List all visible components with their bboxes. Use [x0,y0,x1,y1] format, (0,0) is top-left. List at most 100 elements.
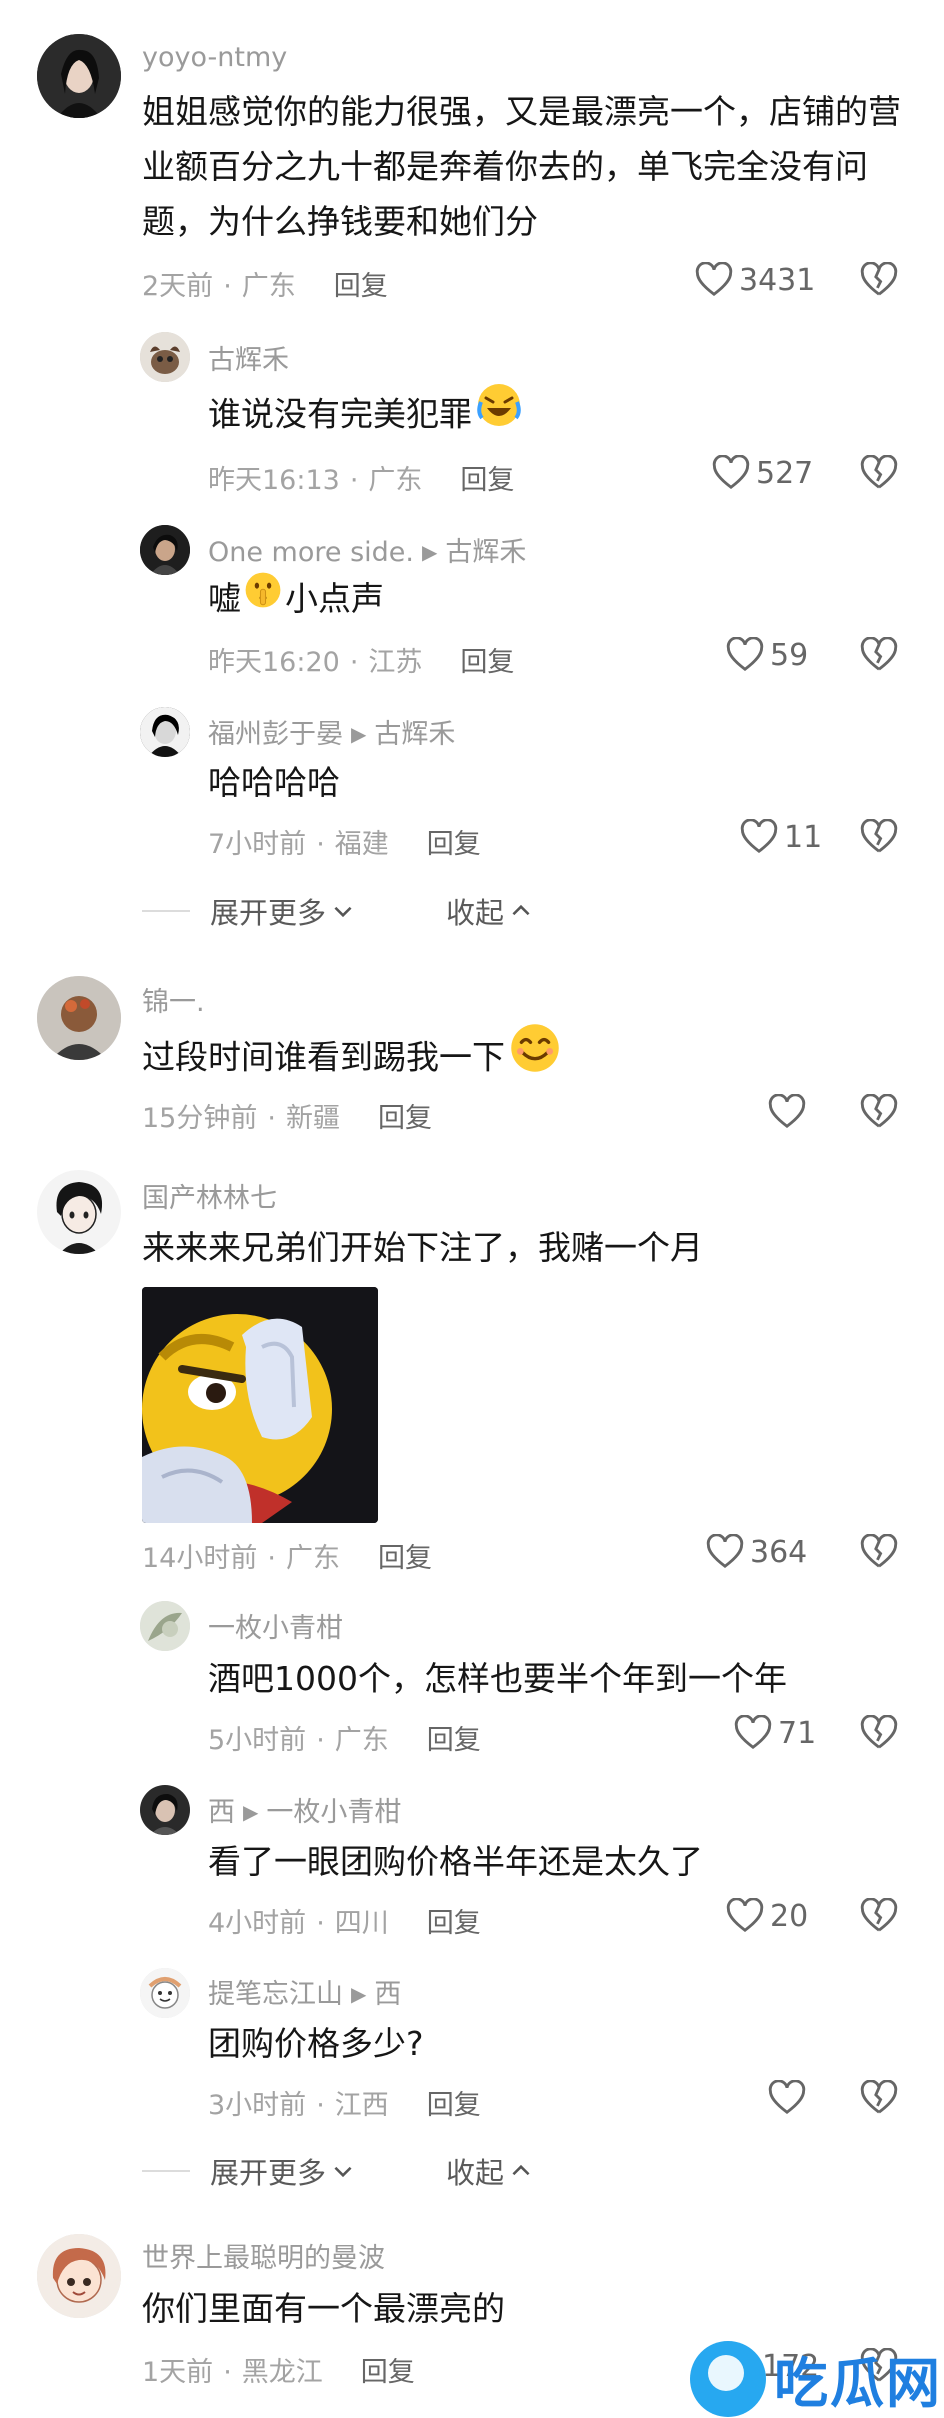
broken-heart-icon [860,1094,898,1128]
comment-meta: 昨天16:13 · 广东 回复 [208,465,515,496]
like-count: 20 [770,1898,809,1934]
like-button[interactable]: 59 [726,637,808,673]
like-button[interactable]: 11 [740,819,822,855]
dislike-button[interactable] [860,1534,898,1570]
reply-button[interactable]: 回复 [460,465,514,496]
comment-region: 江苏 [368,647,423,678]
reply-text: 嘘 小点声 [208,571,384,629]
reply-button[interactable]: 回复 [378,1103,432,1134]
comment-time: 1天前 [142,2357,214,2388]
broken-heart-icon [860,819,898,853]
username[interactable]: 福州彭于晏 ▶ 古辉禾 [208,712,455,751]
username-text: 西 [208,1797,235,1828]
divider-line [142,2170,190,2172]
avatar[interactable] [37,2234,121,2318]
avatar[interactable] [140,707,190,757]
comment-region: 广东 [241,271,296,302]
comment-time: 14小时前 [142,1543,258,1574]
reply-button[interactable]: 回复 [427,2090,481,2121]
username[interactable]: 一枚小青柑 [208,1606,343,1645]
avatar[interactable] [140,1968,190,2018]
avatar[interactable] [140,1601,190,1651]
avatar[interactable] [140,525,190,575]
broken-heart-icon [860,637,898,671]
replies-controls: 展开更多 收起 [142,2150,534,2192]
reply-button[interactable]: 回复 [378,1543,432,1574]
like-count: 11 [784,819,823,855]
avatar[interactable] [37,1170,121,1254]
collapse-label: 收起 [446,896,505,930]
comment-meta: 昨天16:20 · 江苏 回复 [208,647,515,678]
broken-heart-icon [860,1534,898,1568]
like-button[interactable]: 3431 [695,262,815,298]
reply-button[interactable]: 回复 [361,2357,415,2388]
username[interactable]: One more side. ▶ 古辉禾 [208,530,526,569]
username[interactable]: 提笔忘江山 ▶ 西 [208,1972,401,2011]
like-button[interactable] [768,2080,806,2116]
heart-icon [734,1715,772,1750]
like-button[interactable]: 71 [734,1715,816,1751]
broken-heart-icon [860,2080,898,2114]
comment-time: 2天前 [142,271,214,302]
collapse-button[interactable]: 收起 [446,2150,534,2192]
dislike-button[interactable] [860,1715,898,1751]
like-button[interactable]: 20 [726,1898,808,1934]
comment-time: 7小时前 [208,829,307,860]
expand-more-button[interactable]: 展开更多 [210,2150,356,2192]
chevron-down-icon [334,2166,352,2178]
expand-more-button[interactable]: 展开更多 [210,890,356,932]
dislike-button[interactable] [860,1094,898,1130]
username[interactable]: 锦一. [142,980,205,1019]
comment-meta: 5小时前 · 广东 回复 [208,1725,481,1756]
comment-region: 黑龙江 [241,2357,323,2388]
avatar[interactable] [37,976,121,1060]
dislike-button[interactable] [860,1898,898,1934]
reply-button[interactable]: 回复 [334,271,388,302]
username[interactable]: 西 ▶ 一枚小青柑 [208,1790,401,1829]
comment-meta: 1天前 · 黑龙江 回复 [142,2357,415,2388]
username[interactable]: 国产林林七 [142,1176,277,1215]
reply-text: 酒吧1000个，怎样也要半个年到一个年 [208,1659,787,1698]
broken-heart-icon [860,1898,898,1932]
comment-time: 昨天16:13 [208,465,340,496]
username[interactable]: 古辉禾 [208,338,289,377]
avatar[interactable] [140,332,190,382]
username[interactable]: 世界上最聪明的曼波 [142,2236,385,2275]
comment-text: 你们里面有一个最漂亮的 [142,2289,505,2328]
reply-button[interactable]: 回复 [427,1725,481,1756]
dislike-button[interactable] [860,637,898,673]
reply-button[interactable]: 回复 [427,1908,481,1939]
chevron-up-icon [512,2164,530,2176]
comment-text: 姐姐感觉你的能力很强，又是最漂亮一个，店铺的营业额百分之九十都是奔着你去的，单飞… [142,92,901,241]
dislike-button[interactable] [860,819,898,855]
heart-icon [712,455,750,490]
comment-region: 江西 [334,2090,389,2121]
chevron-up-icon [512,904,530,916]
comment-region: 广东 [285,1543,340,1574]
watermark-text: 吃瓜网 [774,2352,942,2415]
comment-region: 新疆 [285,1103,340,1134]
watermark-icon [690,2340,766,2417]
reply-target: 古辉禾 [445,537,527,568]
broken-heart-icon [860,1715,898,1749]
reply-button[interactable]: 回复 [427,829,481,860]
collapse-button[interactable]: 收起 [446,890,534,932]
like-button[interactable]: 527 [712,455,813,491]
dislike-button[interactable] [860,455,898,491]
username[interactable]: yoyo-ntmy [142,42,287,73]
reply-text-before: 嘘 [208,579,241,618]
dislike-button[interactable] [860,262,898,298]
avatar[interactable] [37,34,121,118]
reply-button[interactable]: 回复 [460,647,514,678]
comment-time: 5小时前 [208,1725,307,1756]
avatar[interactable] [140,1785,190,1835]
like-count: 364 [750,1534,808,1570]
reply-target: 一枚小青柑 [266,1797,402,1828]
emoji-meme-image[interactable] [142,1287,378,1523]
comment-region: 四川 [334,1908,389,1939]
like-button[interactable]: 364 [706,1534,807,1570]
comment-meta: 4小时前 · 四川 回复 [208,1908,481,1939]
like-button[interactable] [768,1094,806,1130]
reply-arrow-icon: ▶ [421,540,438,564]
dislike-button[interactable] [860,2080,898,2116]
